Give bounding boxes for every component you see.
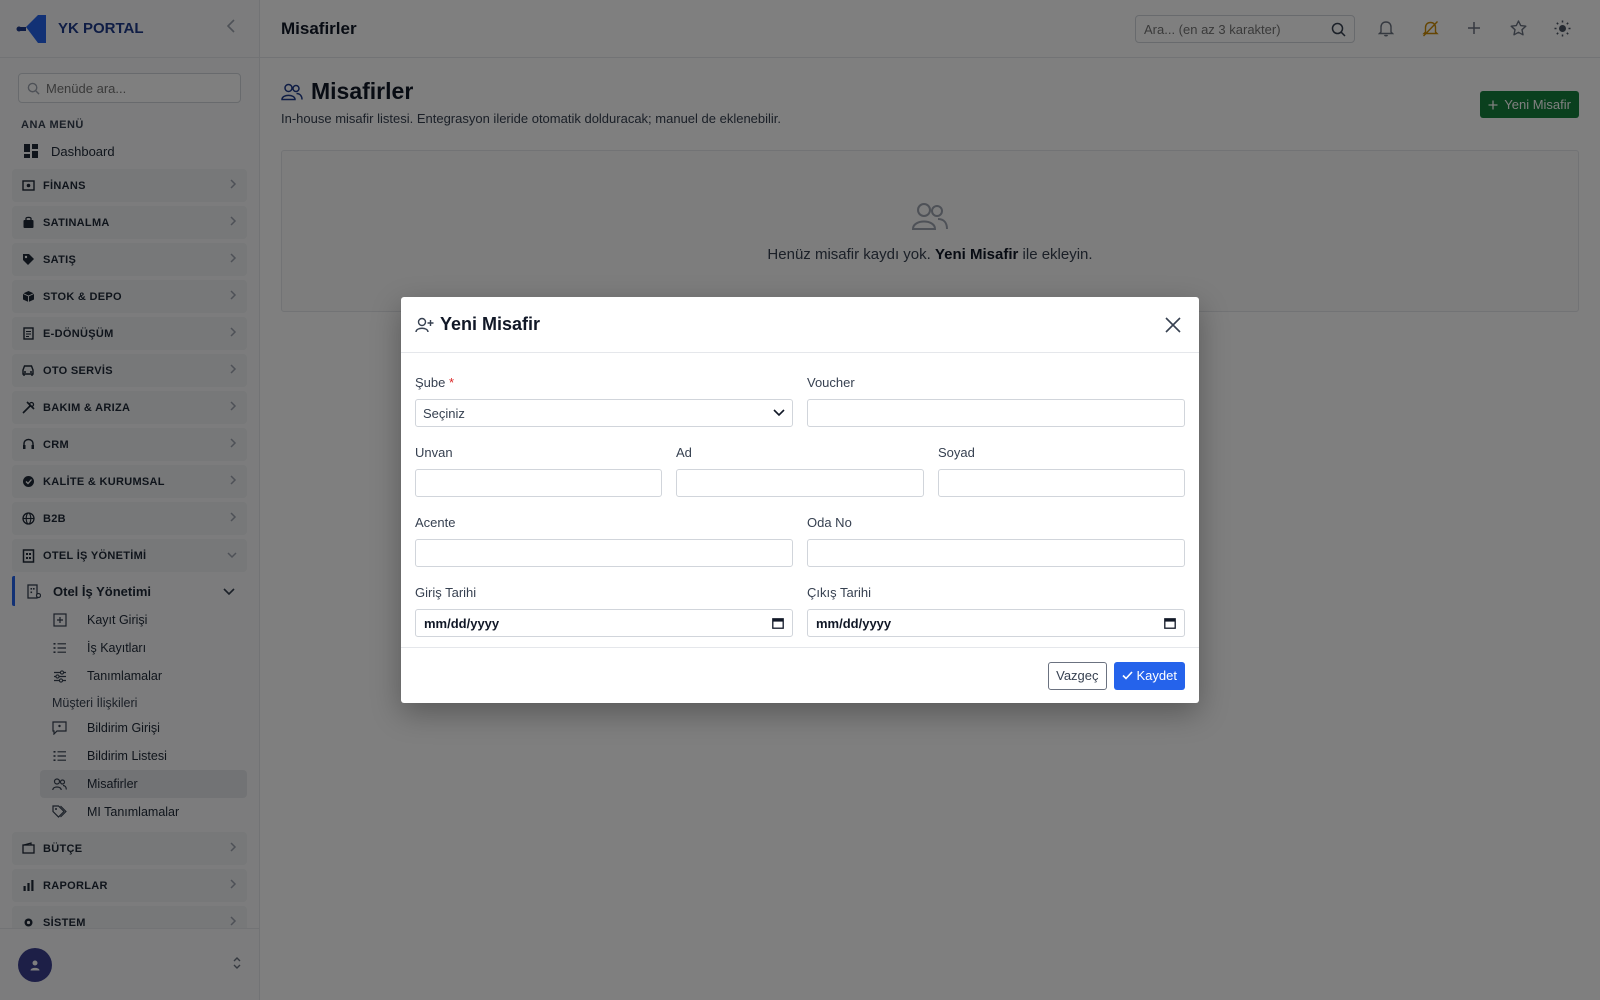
save-button-label: Kaydet — [1136, 668, 1177, 683]
unvan-input[interactable] — [415, 469, 662, 497]
modal-footer: Vazgeç Kaydet — [401, 647, 1199, 703]
modal-header: Yeni Misafir — [401, 297, 1199, 353]
giris-tarihi-input[interactable]: mm/dd/yyyy — [415, 609, 793, 637]
soyad-input[interactable] — [938, 469, 1185, 497]
modal-title: Yeni Misafir — [440, 314, 541, 334]
cikis-tarihi-value: mm/dd/yyyy — [816, 615, 892, 631]
user-plus-icon — [415, 317, 434, 332]
ad-label: Ad — [676, 445, 692, 460]
calendar-icon[interactable] — [772, 617, 784, 629]
soyad-field: Soyad — [938, 445, 1185, 497]
modal-body: Şube * Seçiniz Voucher Unvan Ad Soyad Ac… — [401, 353, 1199, 647]
giris-tarihi-field: Giriş Tarihi mm/dd/yyyy — [415, 585, 793, 637]
cikis-tarihi-field: Çıkış Tarihi mm/dd/yyyy — [807, 585, 1185, 637]
oda-no-input[interactable] — [807, 539, 1185, 567]
sube-label: Şube * — [415, 375, 793, 390]
acente-label: Acente — [415, 515, 456, 530]
acente-input[interactable] — [415, 539, 793, 567]
voucher-label: Voucher — [807, 375, 855, 390]
cikis-tarihi-input[interactable]: mm/dd/yyyy — [807, 609, 1185, 637]
unvan-field: Unvan — [415, 445, 662, 497]
voucher-input[interactable] — [807, 399, 1185, 427]
close-icon — [1165, 316, 1181, 333]
required-marker: * — [449, 375, 455, 390]
chevron-down-icon — [773, 409, 785, 417]
new-guest-modal: Yeni Misafir Şube * Seçiniz Voucher Unva… — [401, 297, 1199, 703]
save-button[interactable]: Kaydet — [1113, 661, 1185, 690]
soyad-label: Soyad — [938, 445, 975, 460]
cancel-button[interactable]: Vazgeç — [1048, 661, 1107, 690]
sube-select[interactable]: Seçiniz — [415, 399, 793, 427]
close-button[interactable] — [1161, 313, 1185, 337]
acente-field: Acente — [415, 515, 793, 567]
cikis-tarihi-label: Çıkış Tarihi — [807, 585, 872, 600]
sube-field: Şube * Seçiniz — [415, 375, 793, 427]
ad-field: Ad — [676, 445, 924, 497]
sube-select-value: Seçiniz — [423, 405, 465, 421]
sube-label-text: Şube — [415, 375, 446, 390]
calendar-icon[interactable] — [1164, 617, 1176, 629]
giris-tarihi-value: mm/dd/yyyy — [424, 615, 500, 631]
oda-no-label: Oda No — [807, 515, 852, 530]
ad-input[interactable] — [676, 469, 924, 497]
voucher-field: Voucher — [807, 375, 1185, 427]
giris-tarihi-label: Giriş Tarihi — [415, 585, 477, 600]
oda-no-field: Oda No — [807, 515, 1185, 567]
app-root: YK PORTAL ANA MENÜ Dashboard FİNANSSATIN… — [0, 0, 1600, 1000]
unvan-label: Unvan — [415, 445, 453, 460]
check-icon — [1121, 671, 1133, 680]
